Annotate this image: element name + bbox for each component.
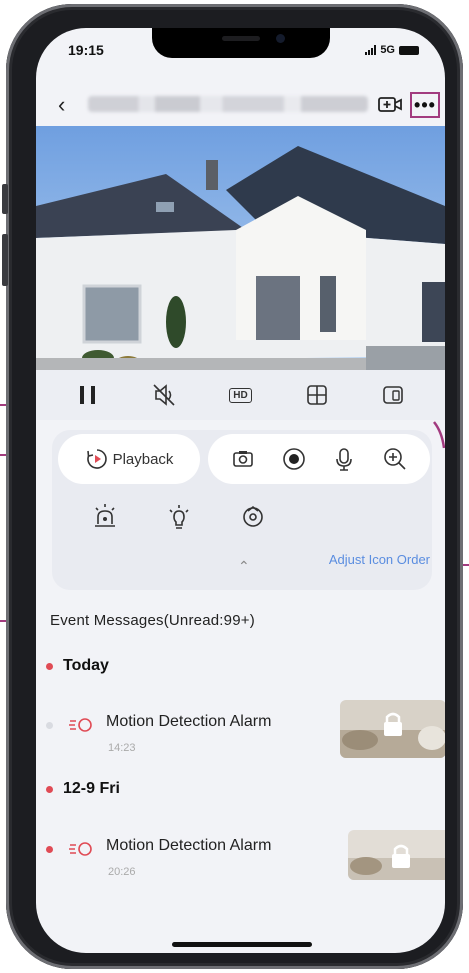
add-camera-icon[interactable] [378,94,402,114]
pause-icon[interactable] [68,377,108,413]
mute-icon[interactable] [144,377,184,413]
playback-label: Playback [112,450,174,468]
nav-bar: ‹ ••• [36,88,445,124]
unread-dot [46,846,53,853]
chevron-left-icon[interactable]: ‹ [58,92,65,118]
side-button [2,234,8,286]
signal-icon [365,45,377,55]
network-label: 5G [380,44,395,56]
event-item[interactable]: Motion Detection Alarm 14:23 [46,698,445,768]
event-time: 20:26 [108,866,136,878]
phone-frame: 19:15 5G ‹ ••• HD Playback ⌃ Adjust Icon… [2,4,463,969]
status-time: 19:15 [68,42,104,58]
hd-icon[interactable]: HD [220,377,260,413]
event-item[interactable]: Motion Detection Alarm 20:26 [46,822,445,892]
adjust-icon-order-link[interactable]: Adjust Icon Order [329,552,430,567]
screenshot-icon[interactable] [227,443,259,475]
video-controls: HD [36,370,445,420]
battery-icon [399,45,419,55]
read-dot [46,722,53,729]
motion-icon [69,842,92,856]
motion-icon [69,718,92,732]
collapse-icon[interactable]: ⌃ [238,558,250,575]
home-indicator[interactable] [172,942,312,947]
actions-card: Playback ⌃ Adjust Icon Order [52,430,432,590]
quick-tools [208,434,430,484]
event-time: 14:23 [108,742,136,754]
light-icon[interactable] [162,500,196,534]
event-title: Motion Detection Alarm [106,837,272,854]
ptz-icon[interactable] [236,500,270,534]
orientation-icon[interactable] [373,377,413,413]
side-button [2,184,8,214]
more-button[interactable]: ••• [410,92,440,118]
status-indicators: 5G [365,44,419,56]
playback-button[interactable]: Playback [58,434,200,484]
secondary-tools [88,500,270,534]
playback-icon [86,449,107,469]
hd-label: HD [229,387,252,403]
siren-icon[interactable] [88,500,122,534]
day-label: 12-9 Fri [63,780,120,797]
record-icon[interactable] [278,443,310,475]
zoom-icon[interactable] [379,443,411,475]
microphone-icon[interactable] [328,443,360,475]
event-thumbnail[interactable] [340,700,445,758]
video-feed[interactable] [36,126,445,370]
notch [152,28,330,58]
event-thumbnail[interactable] [348,830,445,880]
day-dot [46,785,53,793]
stage: 19:15 5G ‹ ••• HD Playback ⌃ Adjust Icon… [0,0,469,973]
day-dot [46,662,53,670]
device-title [88,96,368,112]
scroll-indicator [433,421,445,449]
event-title: Motion Detection Alarm [106,713,272,730]
event-messages-header: Event Messages(Unread:99+) [50,612,255,629]
event-day-header: 12-9 Fri [46,780,120,798]
day-label: Today [63,657,109,674]
multiview-icon[interactable] [297,377,337,413]
screen: 19:15 5G ‹ ••• HD Playback ⌃ Adjust Icon… [36,28,445,953]
event-day-header: Today [46,657,109,675]
